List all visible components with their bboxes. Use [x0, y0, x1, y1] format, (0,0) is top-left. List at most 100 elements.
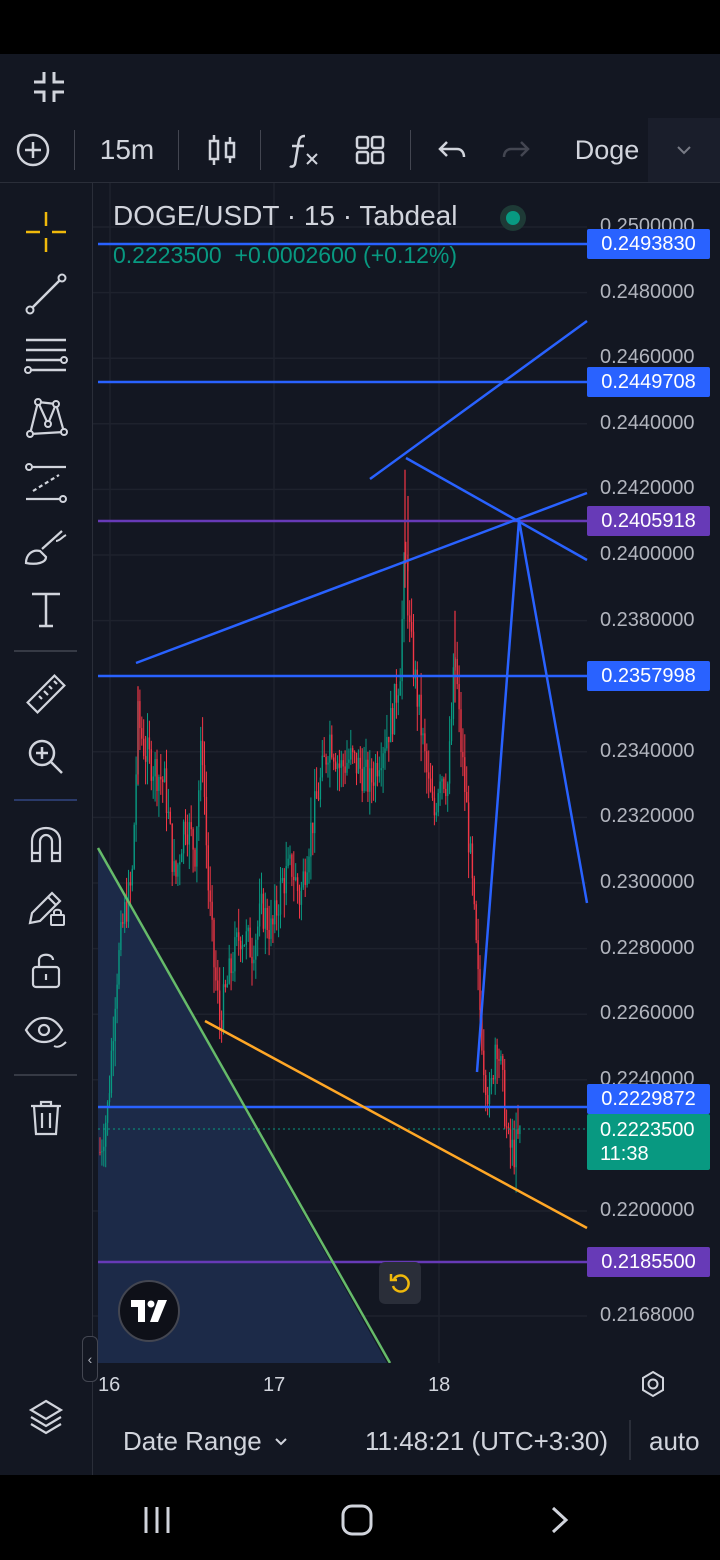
candle-body	[441, 778, 443, 782]
candle-body	[289, 854, 291, 859]
candle-body	[439, 781, 441, 794]
candle-body	[317, 798, 320, 800]
candle-body	[277, 914, 280, 916]
redo-button[interactable]	[494, 118, 538, 182]
candle-body	[295, 877, 297, 881]
price-tag-h2: 0.2449708	[587, 367, 710, 397]
auto-scale-button[interactable]: auto	[649, 1426, 700, 1457]
date-range-label: Date Range	[123, 1426, 262, 1456]
candle-body	[255, 939, 257, 960]
crosshair-tool[interactable]	[18, 204, 74, 260]
candle-body	[207, 845, 209, 891]
candle-body	[458, 684, 460, 710]
remove-drawings-tool[interactable]	[18, 1090, 74, 1146]
candle-body	[188, 822, 190, 845]
candle-body	[338, 763, 341, 768]
candle-body	[279, 880, 282, 915]
sidebar-separator	[14, 799, 77, 801]
indicators-button[interactable]	[280, 118, 324, 182]
candle-body	[228, 958, 230, 984]
text-tool[interactable]	[18, 581, 74, 637]
reset-chart-button[interactable]	[379, 1262, 421, 1304]
candle-body	[139, 701, 141, 729]
brush-tool[interactable]	[18, 519, 74, 575]
candle-body	[344, 766, 346, 773]
candle-body	[249, 927, 251, 957]
candle-body	[511, 1139, 513, 1148]
candle-body	[112, 1041, 114, 1051]
candle-body	[156, 759, 158, 791]
candle-body	[99, 1151, 101, 1153]
chevron-down-icon	[275, 1438, 287, 1446]
price-axis-label: 0.2300000	[600, 871, 695, 893]
lock-drawings-tool[interactable]	[18, 879, 74, 935]
magnet-tool[interactable]	[18, 816, 74, 872]
symbol-name[interactable]: Doge	[568, 118, 646, 182]
home-icon[interactable]	[340, 1503, 374, 1537]
pattern-tool[interactable]	[18, 390, 74, 446]
timezone-clock[interactable]: 11:48:21 (UTC+3:30)	[365, 1426, 608, 1457]
candle-body	[308, 856, 310, 873]
trend-line-upper[interactable]	[369, 319, 588, 481]
candle-body	[213, 919, 215, 968]
trend-line-tool[interactable]	[18, 266, 74, 322]
candle-body	[435, 812, 437, 816]
prediction-tool[interactable]	[18, 455, 74, 511]
layout-button[interactable]	[348, 118, 392, 182]
candle-body	[190, 822, 192, 830]
zoom-tool[interactable]	[18, 729, 74, 785]
candle-body	[334, 761, 337, 770]
date-range-button[interactable]: Date Range	[123, 1426, 288, 1457]
candle-body	[110, 1050, 113, 1094]
candle-body	[418, 694, 420, 707]
candle-body	[167, 811, 170, 813]
candle-body	[483, 1050, 485, 1076]
lock-tool[interactable]	[18, 942, 74, 998]
fib-tool[interactable]	[18, 328, 74, 384]
chevron-down-icon	[677, 146, 691, 155]
candle-body	[485, 1075, 487, 1096]
tradingview-logo[interactable]	[118, 1280, 180, 1342]
candle-body	[129, 882, 132, 886]
price-tag-h4: 0.2357998	[587, 661, 710, 691]
plus-circle-icon	[16, 133, 50, 167]
trend-line-lower[interactable]	[135, 491, 588, 665]
candle-body	[291, 854, 293, 877]
projection-lines[interactable]	[475, 519, 589, 1073]
exit-fullscreen-icon[interactable]	[30, 68, 68, 106]
candle-body	[395, 684, 398, 703]
measure-tool[interactable]	[18, 667, 74, 723]
undo-icon	[438, 141, 466, 158]
bottom-separator	[629, 1420, 631, 1460]
bar-countdown: 11:38	[600, 1143, 649, 1165]
candle-body	[222, 984, 225, 1031]
trend-line-down[interactable]	[405, 456, 588, 562]
toolbar-separator	[178, 130, 179, 170]
chart-settings-button[interactable]	[638, 1369, 668, 1399]
toolbar-separator	[410, 130, 411, 170]
recent-apps-icon[interactable]	[142, 1505, 172, 1535]
candle-body	[296, 877, 299, 892]
candle-body	[447, 783, 449, 797]
visibility-tool[interactable]	[18, 1004, 74, 1060]
candle-body	[352, 748, 354, 753]
redo-icon	[502, 141, 530, 158]
candle-body	[270, 918, 272, 939]
time-axis[interactable]	[93, 1363, 720, 1407]
price-axis-label: 0.2168000	[600, 1303, 695, 1326]
symbol-dropdown[interactable]	[648, 118, 720, 182]
symbol-legend-values: 0.2223500 +0.0002600 (+0.12%)	[113, 242, 457, 269]
undo-button[interactable]	[430, 118, 474, 182]
candle-body	[274, 900, 276, 925]
candle-body	[372, 782, 375, 786]
price-tag-h6: 0.2185500	[587, 1247, 710, 1277]
interval-button[interactable]: 15m	[92, 118, 162, 182]
chart-type-button[interactable]	[200, 118, 244, 182]
symbol-legend-title: DOGE/USDT · 15 · Tabdeal	[113, 200, 458, 231]
candle-body	[101, 1151, 103, 1153]
status-bar	[0, 0, 720, 54]
back-icon[interactable]	[548, 1505, 572, 1535]
add-symbol-button[interactable]	[12, 118, 54, 182]
object-tree-button[interactable]	[18, 1389, 74, 1445]
candle-body	[371, 768, 373, 783]
